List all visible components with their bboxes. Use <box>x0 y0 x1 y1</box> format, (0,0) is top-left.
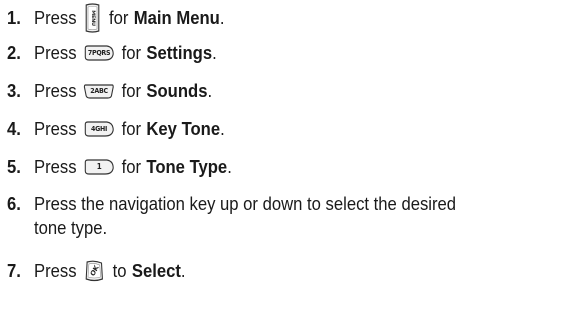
step-6: 6. Press the navigation key up or down t… <box>7 192 534 240</box>
menu-key-icon: MENU <box>84 3 102 33</box>
step-text-for: for <box>121 156 142 177</box>
step-target: Tone Type <box>146 156 228 177</box>
step-text-press: Press <box>34 118 77 139</box>
step-5: 5. Press 1 for Tone Type . <box>7 155 232 179</box>
step-target: Main Menu <box>133 7 220 28</box>
step-target: Select <box>131 260 181 281</box>
step-target: Settings <box>146 42 213 63</box>
step-text-line-2: tone type. <box>34 217 108 238</box>
key-label: 2ABC <box>90 87 108 95</box>
4-ghi-key-icon: 4GHI <box>84 121 115 137</box>
step-1: 1. Press MENU for Main Menu . <box>7 3 224 33</box>
step-text-for: for <box>108 7 129 28</box>
step-number: 2. <box>7 42 21 63</box>
key-label: 7PQRS <box>87 49 111 57</box>
step-text-for: for <box>121 80 142 101</box>
step-period: . <box>227 156 232 177</box>
ok-key-icon: OK <box>84 259 106 283</box>
step-4: 4. Press 4GHI for Key Tone . <box>7 117 225 141</box>
step-period: . <box>219 7 225 28</box>
7-pqrs-key-icon: 7PQRS <box>84 45 115 61</box>
step-period: . <box>180 260 186 281</box>
instruction-list: 1. Press MENU for Main Menu . 2. Press 7… <box>0 0 580 327</box>
step-text-press: Press <box>34 156 77 177</box>
step-text-for: for <box>121 42 142 63</box>
step-number: 3. <box>7 80 21 101</box>
step-text-press: Press <box>34 7 77 28</box>
step-text-press: Press <box>34 260 77 281</box>
step-period: . <box>207 80 213 101</box>
key-label: 4GHI <box>91 125 108 133</box>
step-number: 5. <box>7 156 21 177</box>
step-number: 7. <box>7 260 21 281</box>
step-text-to: to <box>112 260 127 281</box>
step-period: . <box>220 118 225 139</box>
1-key-icon: 1 <box>84 159 115 175</box>
key-label: MENU <box>90 10 96 26</box>
step-3: 3. Press 2ABC for Sounds . <box>7 79 212 103</box>
2-abc-key-icon: 2ABC <box>84 83 115 99</box>
step-period: . <box>212 42 217 63</box>
step-7: 7. Press OK to Select . <box>7 259 186 283</box>
step-text-line-1: Press the navigation key up or down to s… <box>34 193 457 214</box>
step-target: Sounds <box>146 80 208 101</box>
step-2: 2. Press 7PQRS for Settings . <box>7 41 217 65</box>
step-number: 4. <box>7 118 21 139</box>
step-text-press: Press <box>34 42 77 63</box>
step-text-press: Press <box>34 80 77 101</box>
key-label: 1 <box>96 162 102 171</box>
step-target: Key Tone <box>146 118 221 139</box>
step-text-for: for <box>121 118 142 139</box>
step-number: 1. <box>7 7 21 28</box>
step-number: 6. <box>7 193 21 214</box>
